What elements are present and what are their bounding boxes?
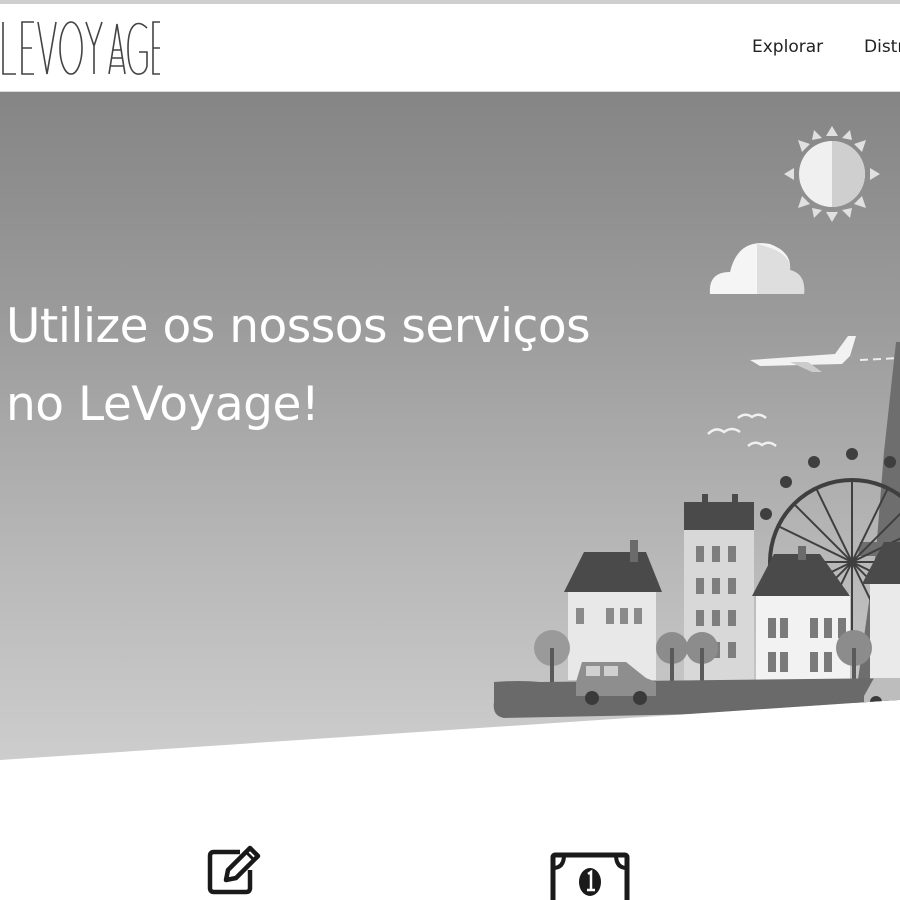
levoyage-logo[interactable]	[0, 14, 160, 80]
birds-icon	[707, 413, 777, 447]
sun-icon	[784, 126, 880, 222]
airplane-icon	[750, 336, 900, 372]
services-section	[0, 760, 900, 900]
money-bill-icon	[550, 852, 630, 900]
hero-banner: Utilize os nossos serviços no LeVoyage!	[0, 92, 900, 760]
navbar: Explorar Distr	[0, 4, 900, 92]
edit-icon	[207, 845, 261, 895]
nav-link-explorar[interactable]: Explorar	[752, 37, 823, 57]
cloud-icon	[709, 243, 805, 294]
nav-link-distritos[interactable]: Distr	[864, 37, 900, 57]
city-illustration	[493, 126, 900, 722]
